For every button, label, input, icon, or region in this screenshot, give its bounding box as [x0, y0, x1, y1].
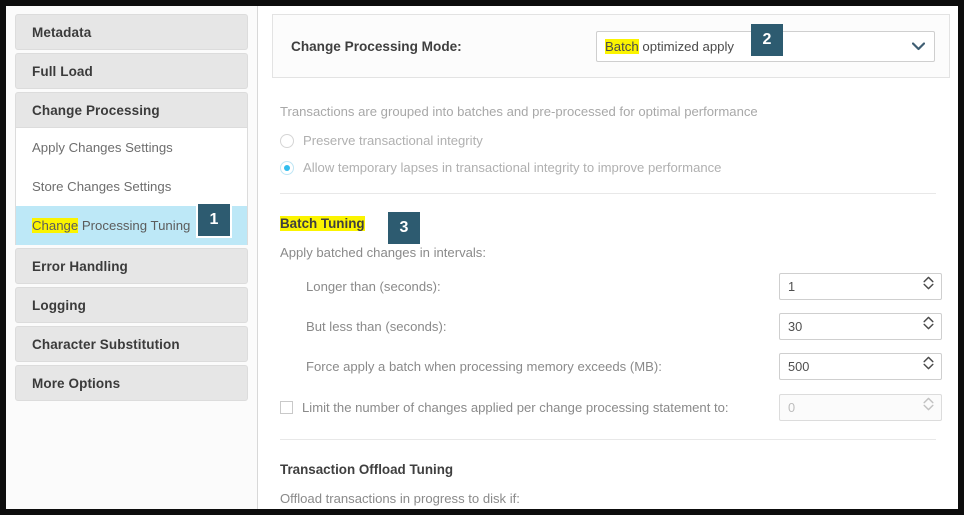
application-window: Metadata Full Load Change Processing App… [0, 0, 964, 515]
spinner-arrows-force-apply-memory[interactable] [923, 356, 934, 370]
sidebar-item-label: Change Processing [32, 103, 160, 118]
spinner-arrows-longer-than[interactable] [923, 276, 934, 290]
offload-tuning-title: Transaction Offload Tuning [280, 462, 454, 477]
sidebar-item-store-changes-settings[interactable]: Store Changes Settings [16, 167, 247, 206]
spinner-but-less-than[interactable]: 30 [779, 313, 942, 340]
settings-sidebar: Metadata Full Load Change Processing App… [6, 6, 258, 509]
radio-label-preserve-integrity: Preserve transactional integrity [303, 133, 483, 148]
window-layout: Metadata Full Load Change Processing App… [6, 6, 958, 509]
change-processing-mode-panel: Change Processing Mode: Batch optimized … [272, 14, 950, 78]
checkbox-limit-changes[interactable] [280, 401, 293, 414]
chevron-down-icon [923, 404, 934, 411]
sidebar-item-label-highlight: Change [32, 218, 79, 233]
field-row-force-apply-memory: Force apply a batch when processing memo… [280, 353, 942, 380]
spinner-longer-than[interactable]: 1 [779, 273, 942, 300]
field-label-limit-changes: Limit the number of changes applied per … [302, 400, 729, 415]
sidebar-item-label: Full Load [32, 64, 93, 79]
spinner-limit-changes[interactable]: 0 [779, 394, 942, 421]
sidebar-item-full-load[interactable]: Full Load [15, 53, 248, 89]
nav-group-character-substitution: Character Substitution [15, 326, 248, 362]
sidebar-item-label: Store Changes Settings [32, 179, 172, 194]
sidebar-item-label: Processing Tuning [78, 218, 191, 233]
sidebar-item-apply-changes-settings[interactable]: Apply Changes Settings [16, 128, 247, 167]
chevron-up-icon [923, 276, 934, 283]
mode-description: Transactions are grouped into batches an… [280, 104, 758, 119]
spinner-value-limit-changes: 0 [788, 400, 796, 415]
sidebar-item-label: Logging [32, 298, 86, 313]
radio-button-allow-lapses[interactable] [280, 160, 294, 175]
select-value-highlight: Batch [605, 38, 639, 54]
spinner-value-longer-than: 1 [788, 279, 796, 294]
offload-tuning-intro: Offload transactions in progress to disk… [280, 491, 520, 506]
sidebar-item-character-substitution[interactable]: Character Substitution [15, 326, 248, 362]
sidebar-item-label: Metadata [32, 25, 92, 40]
field-label-force-apply-memory: Force apply a batch when processing memo… [306, 359, 662, 374]
callout-badge-2: 2 [751, 24, 783, 56]
radio-button-preserve-integrity[interactable] [280, 133, 294, 148]
radio-label-allow-lapses: Allow temporary lapses in transactional … [303, 160, 722, 175]
sidebar-item-logging[interactable]: Logging [15, 287, 248, 323]
change-processing-mode-label: Change Processing Mode: [291, 38, 462, 54]
field-row-but-less-than: But less than (seconds): 30 [280, 313, 942, 340]
field-row-limit-changes: Limit the number of changes applied per … [280, 394, 942, 421]
batch-tuning-intro: Apply batched changes in intervals: [280, 245, 486, 260]
chevron-down-icon [923, 283, 934, 290]
settings-content-pane: Change Processing Mode: Batch optimized … [258, 6, 958, 509]
nav-group-metadata: Metadata [15, 14, 248, 50]
nav-group-logging: Logging [15, 287, 248, 323]
sidebar-item-label: Character Substitution [32, 337, 180, 352]
batch-tuning-title-text: Batch Tuning [280, 216, 365, 231]
sidebar-item-label: More Options [32, 376, 121, 391]
sidebar-item-error-handling[interactable]: Error Handling [15, 248, 248, 284]
chevron-down-icon [923, 323, 934, 330]
radio-row-allow-lapses[interactable]: Allow temporary lapses in transactional … [280, 160, 942, 175]
chevron-up-icon [923, 356, 934, 363]
batch-tuning-title: Batch Tuning [280, 216, 365, 231]
spinner-value-but-less-than: 30 [788, 319, 803, 334]
field-label-longer-than: Longer than (seconds): [306, 279, 441, 294]
nav-group-more-options: More Options [15, 365, 248, 401]
spinner-value-force-apply-memory: 500 [788, 359, 810, 374]
transaction-offload-tuning-section: Transaction Offload Tuning Offload trans… [280, 440, 942, 506]
change-processing-tuning-body: Transactions are grouped into batches an… [258, 78, 958, 506]
sidebar-item-label: Apply Changes Settings [32, 140, 173, 155]
spinner-arrows-but-less-than[interactable] [923, 316, 934, 330]
spinner-force-apply-memory[interactable]: 500 [779, 353, 942, 380]
sidebar-item-metadata[interactable]: Metadata [15, 14, 248, 50]
nav-group-full-load: Full Load [15, 53, 248, 89]
select-value-rest: optimized apply [638, 38, 735, 54]
callout-badge-1: 1 [196, 202, 232, 238]
sidebar-item-label: Error Handling [32, 259, 128, 274]
nav-group-error-handling: Error Handling [15, 248, 248, 284]
spinner-arrows-limit-changes[interactable] [923, 397, 934, 411]
chevron-up-icon [923, 316, 934, 323]
sidebar-item-change-processing[interactable]: Change Processing [15, 92, 248, 128]
field-row-longer-than: Longer than (seconds): 1 [280, 273, 942, 300]
chevron-down-icon [923, 363, 934, 370]
batch-tuning-section: Batch Tuning Apply batched changes in in… [280, 194, 942, 421]
callout-badge-3: 3 [388, 212, 420, 244]
field-label-but-less-than: But less than (seconds): [306, 319, 447, 334]
radio-row-preserve-integrity[interactable]: Preserve transactional integrity [280, 133, 942, 148]
chevron-up-icon [923, 397, 934, 404]
sidebar-item-more-options[interactable]: More Options [15, 365, 248, 401]
